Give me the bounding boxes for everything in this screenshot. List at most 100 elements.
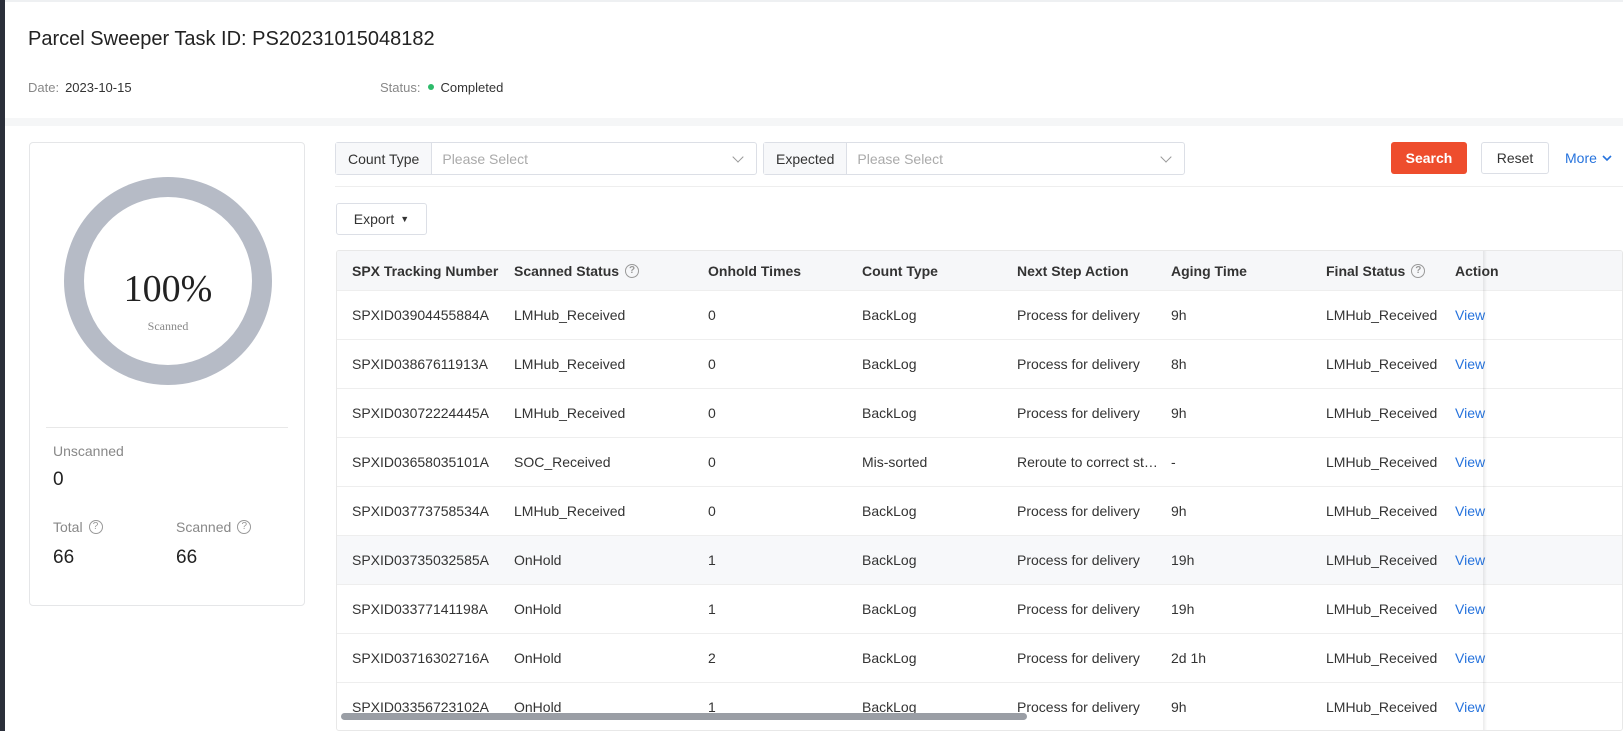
- cell-aging-time: 9h: [1171, 699, 1187, 715]
- cell-next-step-action: Reroute to correct sta...: [1017, 454, 1163, 470]
- total-label: Total: [53, 519, 83, 535]
- cell-view-link[interactable]: View: [1455, 601, 1485, 617]
- question-circle-icon[interactable]: ?: [237, 520, 252, 535]
- cell-onhold-times: 1: [708, 552, 716, 568]
- cell-scanned-status: LMHub_Received: [514, 405, 626, 421]
- cell-next-step-action: Process for delivery: [1017, 356, 1140, 372]
- col-final-status-label: Final Status: [1326, 263, 1406, 279]
- table-row[interactable]: SPXID03377141198A OnHold 1 BackLog Process f…: [337, 585, 1622, 634]
- export-button[interactable]: Export ▼: [336, 203, 427, 235]
- table-row[interactable]: SPXID03904455884A LMHub_Received 0 BackLog P…: [337, 291, 1622, 340]
- reset-button[interactable]: Reset: [1481, 142, 1549, 174]
- more-filters-button[interactable]: More: [1565, 142, 1621, 174]
- task-status: Status: Completed: [380, 80, 503, 95]
- table-row[interactable]: SPXID03072224445A LMHub_Received 0 BackLog P…: [337, 389, 1622, 438]
- cell-view-link[interactable]: View: [1455, 356, 1485, 372]
- col-scanned-status: Scanned Status?: [514, 263, 640, 279]
- table-row[interactable]: SPXID03735032585A OnHold 1 BackLog Process f…: [337, 536, 1622, 585]
- cell-view-link[interactable]: View: [1455, 552, 1485, 568]
- cell-view-link[interactable]: View: [1455, 454, 1485, 470]
- cell-final-status: LMHub_Received: [1326, 601, 1438, 617]
- filter-divider: [335, 186, 1623, 187]
- cell-final-status: LMHub_Received: [1326, 307, 1438, 323]
- status-dot-icon: [428, 83, 435, 90]
- table-row[interactable]: SPXID03867611913A LMHub_Received 0 BackLog P…: [337, 340, 1622, 389]
- count-type-filter[interactable]: Count Type Please Select: [335, 142, 757, 175]
- table-row[interactable]: SPXID03356723102A OnHold 1 BackLog Process f…: [337, 683, 1622, 730]
- cell-tracking-number: SPXID03773758534A: [352, 503, 489, 519]
- table-row[interactable]: SPXID03773758534A LMHub_Received 0 BackLog P…: [337, 487, 1622, 536]
- table-row[interactable]: SPXID03658035101A SOC_Received 0 Mis-sorted…: [337, 438, 1622, 487]
- cell-tracking-number: SPXID03716302716A: [352, 650, 489, 666]
- cell-final-status: LMHub_Received: [1326, 552, 1438, 568]
- scanned-value: 66: [176, 547, 198, 568]
- cell-count-type: BackLog: [862, 356, 917, 372]
- cell-count-type: BackLog: [862, 307, 917, 323]
- cell-next-step-action: Process for delivery: [1017, 307, 1140, 323]
- cell-scanned-status: LMHub_Received: [514, 503, 626, 519]
- cell-scanned-status: OnHold: [514, 552, 562, 568]
- cell-view-link[interactable]: View: [1455, 307, 1485, 323]
- cell-onhold-times: 0: [708, 405, 716, 421]
- expected-filter[interactable]: Expected Please Select: [763, 142, 1185, 175]
- cell-next-step-action: Process for delivery: [1017, 405, 1140, 421]
- cell-tracking-number: SPXID03377141198A: [352, 601, 488, 617]
- question-circle-icon[interactable]: ?: [88, 520, 103, 535]
- cell-scanned-status: OnHold: [514, 650, 562, 666]
- col-count-type: Count Type: [862, 263, 938, 279]
- cell-view-link[interactable]: View: [1455, 699, 1485, 715]
- scanned-label: Scanned: [176, 519, 232, 535]
- cell-onhold-times: 0: [708, 307, 716, 323]
- col-tracking-number: SPX Tracking Number: [352, 263, 499, 279]
- count-type-select[interactable]: Please Select: [432, 143, 756, 174]
- unscanned-label: Unscanned: [53, 443, 124, 459]
- cell-view-link[interactable]: View: [1455, 503, 1485, 519]
- summary-divider: [46, 427, 288, 428]
- cell-final-status: LMHub_Received: [1326, 699, 1438, 715]
- cell-count-type: BackLog: [862, 650, 917, 666]
- cell-next-step-action: Process for delivery: [1017, 503, 1140, 519]
- cell-next-step-action: Process for delivery: [1017, 552, 1140, 568]
- cell-final-status: LMHub_Received: [1326, 405, 1438, 421]
- cell-count-type: BackLog: [862, 601, 917, 617]
- cell-view-link[interactable]: View: [1455, 650, 1485, 666]
- task-date: Date: 2023-10-15: [28, 80, 132, 95]
- cell-tracking-number: SPXID03735032585A: [352, 552, 489, 568]
- expected-placeholder: Please Select: [857, 150, 943, 167]
- search-button[interactable]: Search: [1391, 142, 1467, 174]
- cell-view-link[interactable]: View: [1455, 405, 1485, 421]
- table-row[interactable]: SPXID03716302716A OnHold 2 BackLog Process f…: [337, 634, 1622, 683]
- cell-tracking-number: SPXID03904455884A: [352, 307, 489, 323]
- cell-aging-time: 9h: [1171, 503, 1187, 519]
- cell-aging-time: 9h: [1171, 307, 1187, 323]
- scan-summary-card: 100% Scanned Unscanned 0 Total? 66 Scann…: [29, 142, 305, 606]
- cell-aging-time: -: [1171, 454, 1176, 470]
- table-body: SPXID03904455884A LMHub_Received 0 BackLog P…: [337, 291, 1622, 730]
- total-value: 66: [53, 547, 75, 568]
- expected-label: Expected: [764, 143, 848, 174]
- total-stat-label: Total?: [53, 519, 103, 535]
- col-next-step-action: Next Step Action: [1017, 263, 1129, 279]
- col-final-status: Final Status?: [1326, 263, 1426, 279]
- cell-tracking-number: SPXID03867611913A: [352, 356, 488, 372]
- question-circle-icon[interactable]: ?: [1411, 264, 1426, 279]
- chevron-down-icon: [732, 151, 744, 163]
- date-value: 2023-10-15: [65, 80, 132, 95]
- cell-onhold-times: 0: [708, 503, 716, 519]
- cell-aging-time: 19h: [1171, 601, 1195, 617]
- cell-tracking-number: SPXID03072224445A: [352, 405, 489, 421]
- col-aging-time: Aging Time: [1171, 263, 1247, 279]
- status-label: Status:: [380, 80, 421, 95]
- cell-next-step-action: Process for delivery: [1017, 601, 1140, 617]
- col-scanned-status-label: Scanned Status: [514, 263, 620, 279]
- question-circle-icon[interactable]: ?: [625, 264, 640, 279]
- progress-percent: 100%: [123, 268, 213, 310]
- cell-scanned-status: OnHold: [514, 601, 562, 617]
- cell-final-status: LMHub_Received: [1326, 503, 1438, 519]
- horizontal-scrollbar[interactable]: [341, 713, 1027, 720]
- count-type-placeholder: Please Select: [442, 150, 528, 167]
- table-header: SPX Tracking Number Scanned Status? Onho…: [337, 251, 1622, 291]
- date-label: Date:: [28, 80, 60, 95]
- expected-select[interactable]: Please Select: [847, 143, 1184, 174]
- col-action: Action: [1455, 263, 1499, 279]
